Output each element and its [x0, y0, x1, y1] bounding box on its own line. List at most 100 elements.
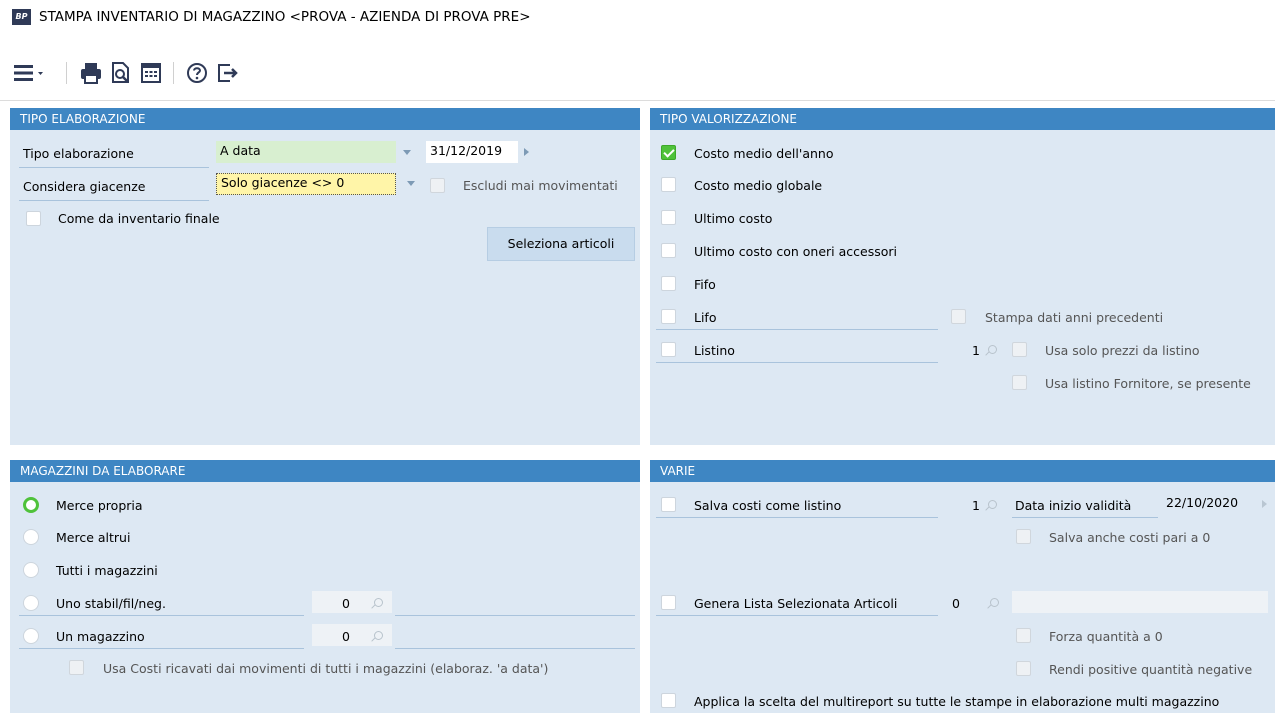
- salva-costi-number[interactable]: 1: [950, 498, 980, 513]
- magazzini-panel: MAGAZZINI DA ELABORARE Merce propria Mer…: [10, 460, 640, 713]
- uno-stabil-label: Uno stabil/fil/neg.: [56, 596, 166, 611]
- usa-listino-fornitore-checkbox[interactable]: [1012, 375, 1027, 390]
- toolbar-separator: [66, 62, 67, 84]
- rendi-positive-checkbox[interactable]: [1016, 661, 1031, 676]
- un-magazzino-radio[interactable]: [23, 628, 39, 644]
- merce-altrui-label: Merce altrui: [56, 530, 131, 545]
- label-underline: [1012, 517, 1158, 518]
- chevron-down-icon[interactable]: [403, 150, 411, 155]
- merce-altrui-radio[interactable]: [23, 529, 39, 545]
- uno-stabil-number: 0: [342, 596, 350, 611]
- panel-header: VARIE: [650, 460, 1275, 482]
- applica-multireport-checkbox[interactable]: [661, 693, 676, 708]
- label-underline: [19, 615, 304, 616]
- chevron-right-icon[interactable]: [524, 148, 529, 156]
- come-inventario-label: Come da inventario finale: [58, 211, 220, 226]
- label-underline: [656, 517, 938, 518]
- varie-panel: VARIE Salva costi come listino 1 Data in…: [650, 460, 1275, 713]
- exit-icon[interactable]: [214, 60, 240, 86]
- search-icon[interactable]: [374, 598, 383, 607]
- salva-costi-label: Salva costi come listino: [694, 498, 842, 513]
- magazzino-number: 0: [342, 629, 350, 644]
- title-bar: BP STAMPA INVENTARIO DI MAGAZZINO <PROVA…: [0, 0, 1275, 35]
- listino-number[interactable]: 1: [950, 343, 980, 358]
- ultimo-costo-checkbox[interactable]: [661, 210, 676, 225]
- menu-icon[interactable]: [12, 60, 46, 86]
- genera-lista-description-field[interactable]: [1012, 591, 1268, 613]
- date-field[interactable]: 31/12/2019: [426, 141, 518, 163]
- ultimo-costo-oneri-checkbox[interactable]: [661, 243, 676, 258]
- costo-medio-globale-label: Costo medio globale: [694, 178, 823, 193]
- tipo-elaborazione-label: Tipo elaborazione: [23, 146, 134, 161]
- panel-header: MAGAZZINI DA ELABORARE: [10, 460, 640, 482]
- merce-propria-radio[interactable]: [23, 497, 39, 513]
- tutti-magazzini-label: Tutti i magazzini: [56, 563, 158, 578]
- seleziona-articoli-button[interactable]: Seleziona articoli: [487, 227, 635, 261]
- usa-costi-checkbox[interactable]: [69, 660, 84, 675]
- label-underline: [19, 200, 209, 201]
- costo-medio-anno-checkbox[interactable]: [661, 145, 676, 160]
- uno-stabil-radio[interactable]: [23, 595, 39, 611]
- ultimo-costo-label: Ultimo costo: [694, 211, 773, 226]
- app-logo-icon: BP: [12, 9, 31, 25]
- fifo-checkbox[interactable]: [661, 276, 676, 291]
- genera-lista-label: Genera Lista Selezionata Articoli: [694, 596, 898, 611]
- help-icon[interactable]: [184, 60, 210, 86]
- label-underline: [656, 615, 938, 616]
- usa-costi-label: Usa Costi ricavati dai movimenti di tutt…: [103, 661, 549, 676]
- panel-header: TIPO ELABORAZIONE: [10, 108, 640, 130]
- description-underline: [395, 615, 635, 616]
- forza-quantita-checkbox[interactable]: [1016, 628, 1031, 643]
- search-icon[interactable]: [374, 631, 383, 640]
- tipo-elaborazione-select[interactable]: A data: [216, 141, 396, 163]
- salva-anche-checkbox[interactable]: [1016, 529, 1031, 544]
- costo-medio-anno-label: Costo medio dell'anno: [694, 146, 834, 161]
- stampa-dati-checkbox[interactable]: [951, 309, 966, 324]
- ultimo-costo-oneri-label: Ultimo costo con oneri accessori: [694, 244, 897, 259]
- escludi-label: Escludi mai movimentati: [463, 178, 618, 193]
- salva-anche-label: Salva anche costi pari a 0: [1049, 530, 1211, 545]
- search-icon[interactable]: [988, 500, 997, 509]
- tutti-magazzini-radio[interactable]: [23, 562, 39, 578]
- giacenze-select[interactable]: Solo giacenze <> 0: [216, 173, 396, 195]
- un-magazzino-label: Un magazzino: [56, 629, 145, 644]
- search-icon[interactable]: [990, 598, 999, 607]
- tipo-valorizzazione-panel: TIPO VALORIZZAZIONE Costo medio dell'ann…: [650, 108, 1275, 445]
- fifo-label: Fifo: [694, 277, 716, 292]
- search-icon[interactable]: [988, 345, 997, 354]
- forza-quantita-label: Forza quantità a 0: [1049, 629, 1163, 644]
- lifo-label: Lifo: [694, 310, 717, 325]
- label-underline: [656, 362, 938, 363]
- chevron-right-icon[interactable]: [1262, 500, 1267, 508]
- window-title: STAMPA INVENTARIO DI MAGAZZINO <PROVA - …: [39, 9, 531, 25]
- usa-solo-prezzi-label: Usa solo prezzi da listino: [1045, 343, 1200, 358]
- data-inizio-field[interactable]: 22/10/2020: [1162, 493, 1252, 515]
- label-underline: [19, 167, 209, 168]
- chevron-down-icon[interactable]: [407, 181, 415, 186]
- stampa-dati-label: Stampa dati anni precedenti: [985, 310, 1164, 325]
- print-icon[interactable]: [78, 60, 104, 86]
- merce-propria-label: Merce propria: [56, 498, 143, 513]
- label-underline: [19, 648, 304, 649]
- usa-solo-prezzi-checkbox[interactable]: [1012, 342, 1027, 357]
- escludi-checkbox[interactable]: [430, 178, 445, 193]
- listino-label: Listino: [694, 343, 735, 358]
- toolbar: [0, 34, 1275, 101]
- applica-multireport-label: Applica la scelta del multireport su tut…: [694, 694, 1220, 709]
- label-underline: [656, 329, 938, 330]
- data-inizio-label: Data inizio validità: [1015, 498, 1132, 513]
- rendi-positive-label: Rendi positive quantità negative: [1049, 662, 1253, 677]
- salva-costi-checkbox[interactable]: [661, 497, 676, 512]
- usa-listino-fornitore-label: Usa listino Fornitore, se presente: [1045, 376, 1251, 391]
- costo-medio-globale-checkbox[interactable]: [661, 177, 676, 192]
- toolbar-separator: [173, 62, 174, 84]
- print-preview-icon[interactable]: [108, 60, 134, 86]
- genera-lista-checkbox[interactable]: [661, 595, 676, 610]
- description-underline: [395, 648, 635, 649]
- considera-giacenze-label: Considera giacenze: [23, 179, 146, 194]
- listino-checkbox[interactable]: [661, 342, 676, 357]
- calculator-icon[interactable]: [138, 60, 164, 86]
- come-inventario-checkbox[interactable]: [26, 211, 41, 226]
- genera-lista-number[interactable]: 0: [940, 596, 960, 611]
- lifo-checkbox[interactable]: [661, 309, 676, 324]
